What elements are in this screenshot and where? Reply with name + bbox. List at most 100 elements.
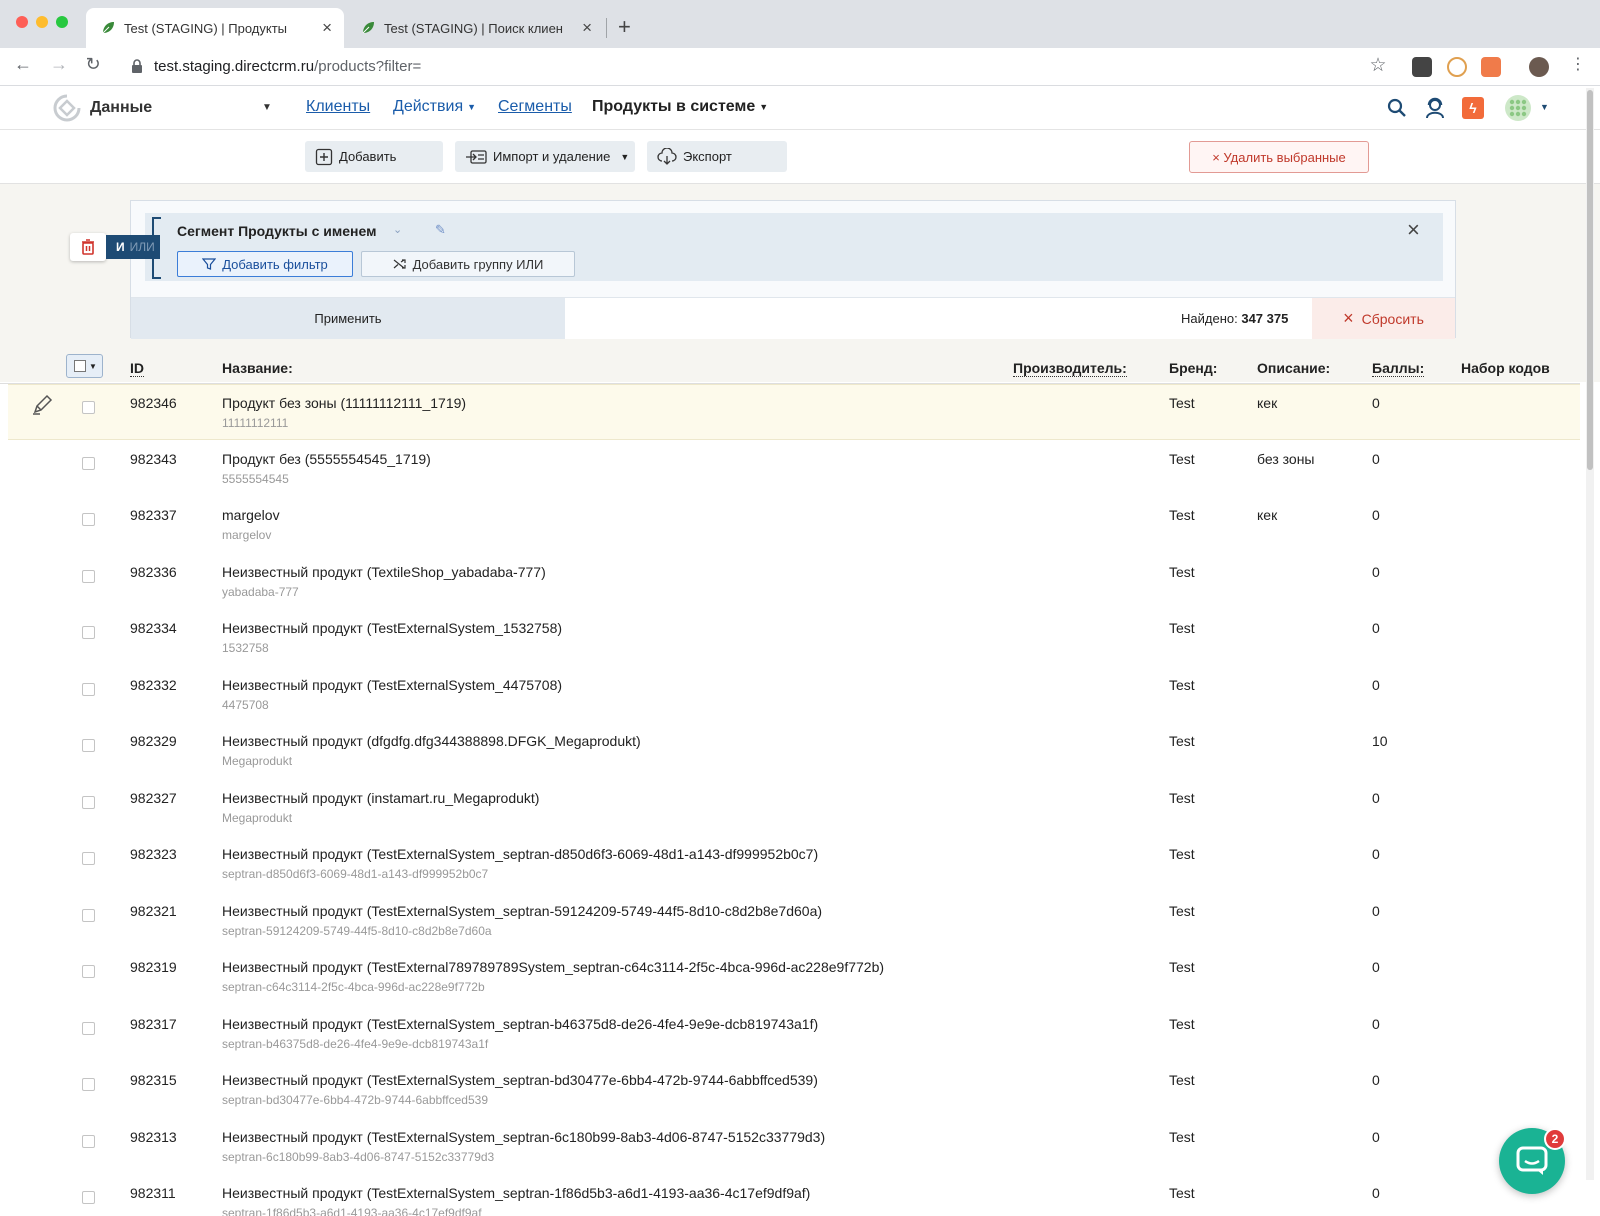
- cell-name[interactable]: Неизвестный продукт (TestExternalSystem_…: [222, 1185, 810, 1201]
- or-option[interactable]: ИЛИ: [130, 240, 155, 254]
- row-checkbox[interactable]: [82, 1021, 95, 1035]
- cell-name[interactable]: margelov: [222, 507, 280, 523]
- table-row[interactable]: 982313 Неизвестный продукт (TestExternalS…: [8, 1119, 1580, 1175]
- row-checkbox[interactable]: [82, 908, 95, 922]
- row-checkbox[interactable]: [82, 1191, 95, 1204]
- close-filter-icon[interactable]: ×: [1407, 217, 1420, 243]
- column-header-manufacturer[interactable]: Производитель:: [1013, 360, 1127, 377]
- window-minimize-dot[interactable]: [36, 16, 48, 28]
- url-field[interactable]: test.staging.directcrm.ru/products?filte…: [154, 58, 421, 75]
- add-filter-button[interactable]: Добавить фильтр: [177, 251, 353, 277]
- forward-arrow-icon[interactable]: →: [46, 54, 72, 75]
- cell-name[interactable]: Неизвестный продукт (TestExternalSystem_…: [222, 1016, 818, 1032]
- import-delete-button[interactable]: Импорт и удаление ▼: [455, 141, 635, 172]
- reload-icon[interactable]: ↻: [80, 54, 106, 75]
- cell-name[interactable]: Неизвестный продукт (TextileShop_yabadab…: [222, 564, 546, 580]
- table-row[interactable]: 982321 Неизвестный продукт (TestExternalS…: [8, 893, 1580, 949]
- reset-button[interactable]: × Сбросить: [1312, 298, 1455, 339]
- nav-products[interactable]: Продукты в системе ▼: [592, 98, 768, 116]
- edit-pencil-icon[interactable]: [30, 393, 54, 417]
- back-arrow-icon[interactable]: ←: [10, 54, 36, 75]
- pencil-icon[interactable]: ✎: [435, 222, 446, 238]
- cell-name[interactable]: Неизвестный продукт (TestExternalSystem_…: [222, 1129, 825, 1145]
- brand-name: Данные: [90, 99, 153, 116]
- extension-dice-icon[interactable]: [1481, 57, 1501, 77]
- apply-button[interactable]: Применить: [131, 298, 565, 339]
- lightning-icon[interactable]: ϟ: [1459, 94, 1487, 122]
- row-checkbox[interactable]: [82, 456, 95, 470]
- table-row[interactable]: 982334 Неизвестный продукт (TestExternalS…: [8, 610, 1580, 666]
- table-row[interactable]: 982327 Неизвестный продукт (instamart.ru_…: [8, 780, 1580, 836]
- row-checkbox[interactable]: [82, 401, 95, 414]
- add-or-group-button[interactable]: Добавить группу ИЛИ: [361, 251, 575, 277]
- column-header-points[interactable]: Баллы:: [1372, 360, 1425, 377]
- delete-selected-button[interactable]: × Удалить выбранные: [1189, 141, 1369, 173]
- cell-name[interactable]: Неизвестный продукт (TestExternalSystem_…: [222, 903, 822, 919]
- window-maximize-dot[interactable]: [56, 16, 68, 28]
- table-row[interactable]: 982346 Продукт без зоны (11111112111_1719…: [8, 384, 1580, 440]
- cell-name[interactable]: Неизвестный продукт (TestExternalSystem_…: [222, 620, 562, 636]
- brand-switcher[interactable]: Данные: [52, 90, 152, 126]
- row-checkbox[interactable]: [82, 795, 95, 809]
- bookmark-star-icon[interactable]: ☆: [1365, 54, 1391, 77]
- table-row[interactable]: 982329 Неизвестный продукт (dfgdfg.dfg344…: [8, 723, 1580, 779]
- profile-avatar[interactable]: [1529, 57, 1549, 77]
- project-globe-icon[interactable]: [1500, 94, 1536, 122]
- cell-name[interactable]: Неизвестный продукт (instamart.ru_Megapr…: [222, 790, 539, 806]
- browser-tab-products[interactable]: Test (STAGING) | Продукты ×: [86, 8, 344, 48]
- table-row[interactable]: 982319 Неизвестный продукт (TestExternal7…: [8, 949, 1580, 1005]
- nav-clients[interactable]: Клиенты: [306, 98, 370, 116]
- extension-camera-icon[interactable]: [1412, 57, 1432, 77]
- row-checkbox[interactable]: [82, 852, 95, 865]
- trash-icon[interactable]: [70, 233, 106, 261]
- chevron-down-icon[interactable]: ▼: [1540, 102, 1549, 112]
- cell-name[interactable]: Продукт без зоны (11111112111_1719): [222, 395, 466, 411]
- tab-close-icon[interactable]: ×: [322, 18, 332, 38]
- tab-close-icon[interactable]: ×: [582, 18, 592, 38]
- browser-tab-search-clients[interactable]: Test (STAGING) | Поиск клиен ×: [346, 8, 604, 48]
- select-all-checkbox[interactable]: ▼: [66, 354, 103, 378]
- table-row[interactable]: 982343 Продукт без (5555554545_1719) 55555…: [8, 441, 1580, 497]
- cell-name-code: septran-bd30477e-6bb4-472b-9744-6abbffce…: [222, 1093, 488, 1107]
- cell-name[interactable]: Неизвестный продукт (TestExternalSystem_…: [222, 677, 562, 693]
- nav-segments[interactable]: Сегменты: [498, 98, 572, 116]
- table-row[interactable]: 982323 Неизвестный продукт (TestExternalS…: [8, 836, 1580, 892]
- browser-menu-icon[interactable]: ⋮: [1565, 54, 1591, 74]
- row-checkbox[interactable]: [82, 513, 95, 526]
- row-checkbox[interactable]: [82, 1134, 95, 1148]
- table-row[interactable]: 982337 margelov margelov Test кек 0: [8, 497, 1580, 553]
- row-checkbox[interactable]: [82, 626, 95, 639]
- table-row[interactable]: 982311 Неизвестный продукт (TestExternalS…: [8, 1175, 1580, 1216]
- cell-name[interactable]: Неизвестный продукт (TestExternalSystem_…: [222, 1072, 818, 1088]
- nav-actions[interactable]: Действия ▼: [393, 98, 476, 116]
- chevron-double-down-icon[interactable]: ⌄: [393, 223, 402, 236]
- new-tab-icon[interactable]: +: [618, 14, 631, 40]
- row-checkbox[interactable]: [82, 569, 95, 583]
- scrollbar-thumb[interactable]: [1587, 90, 1593, 470]
- cell-name-code: septran-59124209-5749-44f5-8d10-c8d2b8e7…: [222, 923, 492, 938]
- and-or-toggle[interactable]: И ИЛИ: [106, 235, 160, 259]
- add-button[interactable]: Добавить: [305, 141, 443, 172]
- support-agent-icon[interactable]: [1421, 94, 1449, 122]
- search-icon[interactable]: [1383, 94, 1411, 122]
- and-option[interactable]: И: [116, 240, 125, 254]
- window-close-dot[interactable]: [16, 16, 28, 28]
- row-checkbox[interactable]: [82, 682, 95, 696]
- cell-points: 0: [1372, 902, 1380, 919]
- table-row[interactable]: 982317 Неизвестный продукт (TestExternalS…: [8, 1006, 1580, 1062]
- row-checkbox[interactable]: [82, 965, 95, 978]
- column-header-id[interactable]: ID: [130, 360, 144, 377]
- export-button[interactable]: Экспорт: [647, 141, 787, 172]
- cell-name[interactable]: Продукт без (5555554545_1719): [222, 451, 431, 467]
- table-row[interactable]: 982315 Неизвестный продукт (TestExternalS…: [8, 1062, 1580, 1118]
- cell-name[interactable]: Неизвестный продукт (TestExternalSystem_…: [222, 846, 818, 862]
- cell-points: 0: [1372, 395, 1380, 411]
- cell-name[interactable]: Неизвестный продукт (TestExternal7897897…: [222, 959, 884, 975]
- brand-caret-icon[interactable]: ▼: [262, 102, 272, 113]
- cell-name[interactable]: Неизвестный продукт (dfgdfg.dfg344388898…: [222, 733, 641, 749]
- extension-target-icon[interactable]: [1447, 57, 1467, 77]
- row-checkbox[interactable]: [82, 1078, 95, 1091]
- row-checkbox[interactable]: [82, 739, 95, 752]
- table-row[interactable]: 982336 Неизвестный продукт (TextileShop_y…: [8, 554, 1580, 610]
- table-row[interactable]: 982332 Неизвестный продукт (TestExternalS…: [8, 667, 1580, 723]
